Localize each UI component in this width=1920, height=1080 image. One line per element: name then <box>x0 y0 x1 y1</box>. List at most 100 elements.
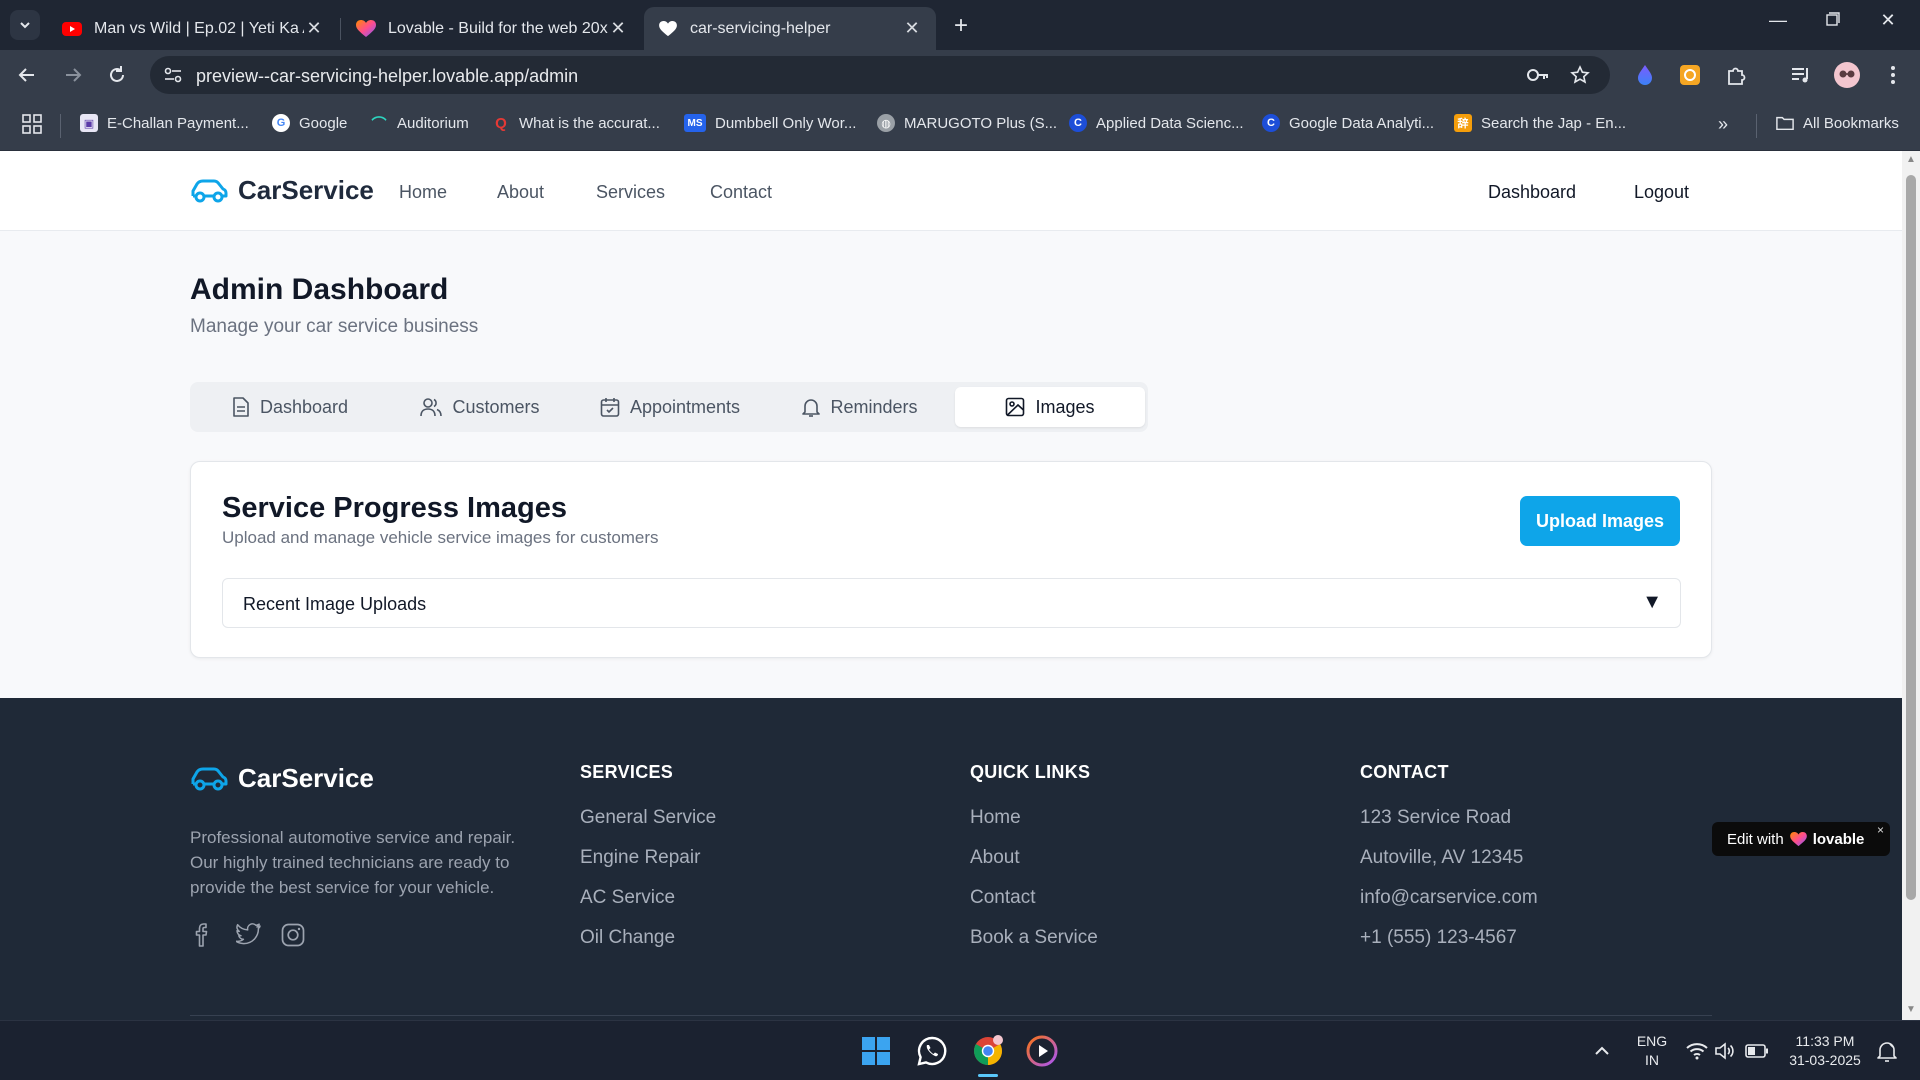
all-bookmarks-button[interactable]: All Bookmarks <box>1776 114 1899 132</box>
apps-grid-icon[interactable] <box>22 114 42 134</box>
bookmark-search-jap[interactable]: 辞 Search the Jap - En... <box>1454 114 1626 132</box>
footer-link[interactable]: Contact <box>970 887 1035 909</box>
battery-icon[interactable] <box>1740 1034 1774 1068</box>
bookmark-applied-data-science[interactable]: C Applied Data Scienc... <box>1069 114 1244 132</box>
close-window-button[interactable]: ✕ <box>1868 10 1908 31</box>
whatsapp-icon[interactable] <box>915 1034 949 1068</box>
contact-phone[interactable]: +1 (555) 123-4567 <box>1360 927 1517 949</box>
profile-avatar[interactable] <box>1834 62 1860 88</box>
bookmark-quora[interactable]: Q What is the accurat... <box>492 114 660 132</box>
footer-link[interactable]: Book a Service <box>970 927 1098 949</box>
new-tab-button[interactable]: + <box>948 12 974 40</box>
logout-button[interactable]: Logout <box>1634 182 1689 203</box>
tab-label: Dashboard <box>259 396 349 417</box>
back-button[interactable] <box>10 60 44 90</box>
extension-drop-icon[interactable] <box>1632 62 1658 88</box>
browser-menu-icon[interactable] <box>1880 62 1906 88</box>
contact-email[interactable]: info@carservice.com <box>1360 887 1538 909</box>
bookmark-label: E-Challan Payment... <box>107 114 249 132</box>
facebook-icon[interactable] <box>193 923 213 952</box>
nav-about[interactable]: About <box>497 182 544 203</box>
file-text-icon <box>233 397 249 417</box>
footer-services-heading: SERVICES <box>580 762 674 782</box>
page-scrollbar[interactable]: ▲ ▼ <box>1902 151 1920 1020</box>
tab-appointments[interactable]: Appointments <box>575 387 765 427</box>
extension-orange-icon[interactable] <box>1677 62 1703 88</box>
clock-date: 31-03-2025 <box>1789 1052 1861 1068</box>
accordion-label: Recent Image Uploads <box>243 594 427 614</box>
forward-button[interactable] <box>56 60 90 90</box>
browser-tab-youtube[interactable]: Man vs Wild | Ep.02 | Yeti Ka Aa ✕ <box>48 7 338 50</box>
tab-reminders[interactable]: Reminders <box>765 387 955 427</box>
footer-brand-logo[interactable]: CarService <box>190 763 374 794</box>
footer-contact-heading: CONTACT <box>1360 762 1449 782</box>
instagram-icon[interactable] <box>281 923 305 952</box>
admin-tabs: Dashboard Customers Appointments Reminde… <box>190 382 1148 432</box>
footer-divider <box>190 1015 1712 1016</box>
globe-icon: ◍ <box>877 114 895 132</box>
scroll-up-arrow-icon[interactable]: ▲ <box>1906 154 1916 165</box>
minimize-button[interactable]: — <box>1758 10 1798 31</box>
close-tab-icon[interactable]: ✕ <box>608 18 628 39</box>
nav-dashboard[interactable]: Dashboard <box>1488 182 1576 203</box>
extensions-puzzle-icon[interactable] <box>1723 62 1749 88</box>
footer-link[interactable]: Oil Change <box>580 927 675 949</box>
footer-link[interactable]: Engine Repair <box>580 847 700 869</box>
media-player-icon[interactable] <box>1025 1034 1059 1068</box>
recent-uploads-accordion[interactable]: Recent Image Uploads ▼ <box>222 578 1681 628</box>
bookmark-google-data-analytics[interactable]: C Google Data Analyti... <box>1262 114 1434 132</box>
card-subtitle: Upload and manage vehicle service images… <box>222 528 659 547</box>
arrow-right-icon <box>66 68 82 82</box>
bookmark-echallan[interactable]: ▣ E-Challan Payment... <box>80 114 249 132</box>
restore-button[interactable] <box>1813 10 1853 31</box>
tray-chevron-up-icon[interactable] <box>1585 1034 1619 1068</box>
password-key-icon[interactable] <box>1526 65 1550 90</box>
browser-tab-lovable[interactable]: Lovable - Build for the web 20x ✕ <box>342 7 642 50</box>
reload-button[interactable] <box>100 60 134 90</box>
nav-contact[interactable]: Contact <box>710 182 772 203</box>
footer-link[interactable]: Home <box>970 807 1021 829</box>
footer-brand-name: CarService <box>238 763 374 793</box>
upload-images-button[interactable]: Upload Images <box>1520 496 1680 546</box>
site-footer: CarService Professional automotive servi… <box>0 698 1902 1020</box>
close-tab-icon[interactable]: ✕ <box>304 18 324 39</box>
more-bookmarks-chevron-icon[interactable]: » <box>1718 114 1728 135</box>
bookmark-dumbbell[interactable]: MS Dumbbell Only Wor... <box>684 114 856 132</box>
restore-icon <box>1826 12 1840 26</box>
scrollbar-thumb[interactable] <box>1906 175 1916 900</box>
tab-customers[interactable]: Customers <box>385 387 575 427</box>
chevron-down-icon <box>20 22 30 29</box>
youtube-icon <box>62 19 82 39</box>
nav-home[interactable]: Home <box>399 182 447 203</box>
browser-tab-car-servicing[interactable]: car-servicing-helper ✕ <box>644 7 936 50</box>
tab-label: Customers <box>452 396 540 417</box>
notification-bell-icon[interactable] <box>1870 1034 1904 1068</box>
chrome-icon[interactable] <box>971 1034 1005 1068</box>
bookmark-label: Google <box>299 114 348 132</box>
edit-with-lovable-badge[interactable]: Edit with lovable × <box>1712 822 1890 856</box>
address-bar[interactable]: preview--car-servicing-helper.lovable.ap… <box>150 56 1610 94</box>
bookmark-marugoto[interactable]: ◍ MARUGOTO Plus (S... <box>877 114 1057 132</box>
close-tab-icon[interactable]: ✕ <box>902 18 922 39</box>
tab-dashboard[interactable]: Dashboard <box>195 387 385 427</box>
footer-link[interactable]: General Service <box>580 807 716 829</box>
tab-images[interactable]: Images <box>955 387 1145 427</box>
scroll-down-arrow-icon[interactable]: ▼ <box>1906 1004 1916 1015</box>
bookmark-auditorium[interactable]: ⌒ Auditorium <box>370 114 468 133</box>
footer-link[interactable]: About <box>970 847 1020 869</box>
tab-search-button[interactable] <box>10 10 40 40</box>
site-settings-icon[interactable] <box>162 64 184 91</box>
bookmark-star-icon[interactable] <box>1570 65 1590 90</box>
volume-icon[interactable] <box>1708 1034 1742 1068</box>
close-badge-icon[interactable]: × <box>1877 823 1884 837</box>
bookmark-google[interactable]: G Google <box>272 114 347 132</box>
footer-link[interactable]: AC Service <box>580 887 675 909</box>
windows-start-icon[interactable] <box>859 1034 893 1068</box>
twitter-icon[interactable] <box>235 923 262 950</box>
nav-services[interactable]: Services <box>596 182 665 203</box>
caret-down-icon[interactable]: ▼ <box>1642 591 1662 614</box>
clock[interactable]: 11:33 PM 31-03-2025 <box>1780 1032 1870 1070</box>
language-indicator[interactable]: ENG IN <box>1630 1032 1674 1070</box>
media-controls-icon[interactable] <box>1788 62 1814 88</box>
brand-logo[interactable]: CarService <box>190 175 374 206</box>
